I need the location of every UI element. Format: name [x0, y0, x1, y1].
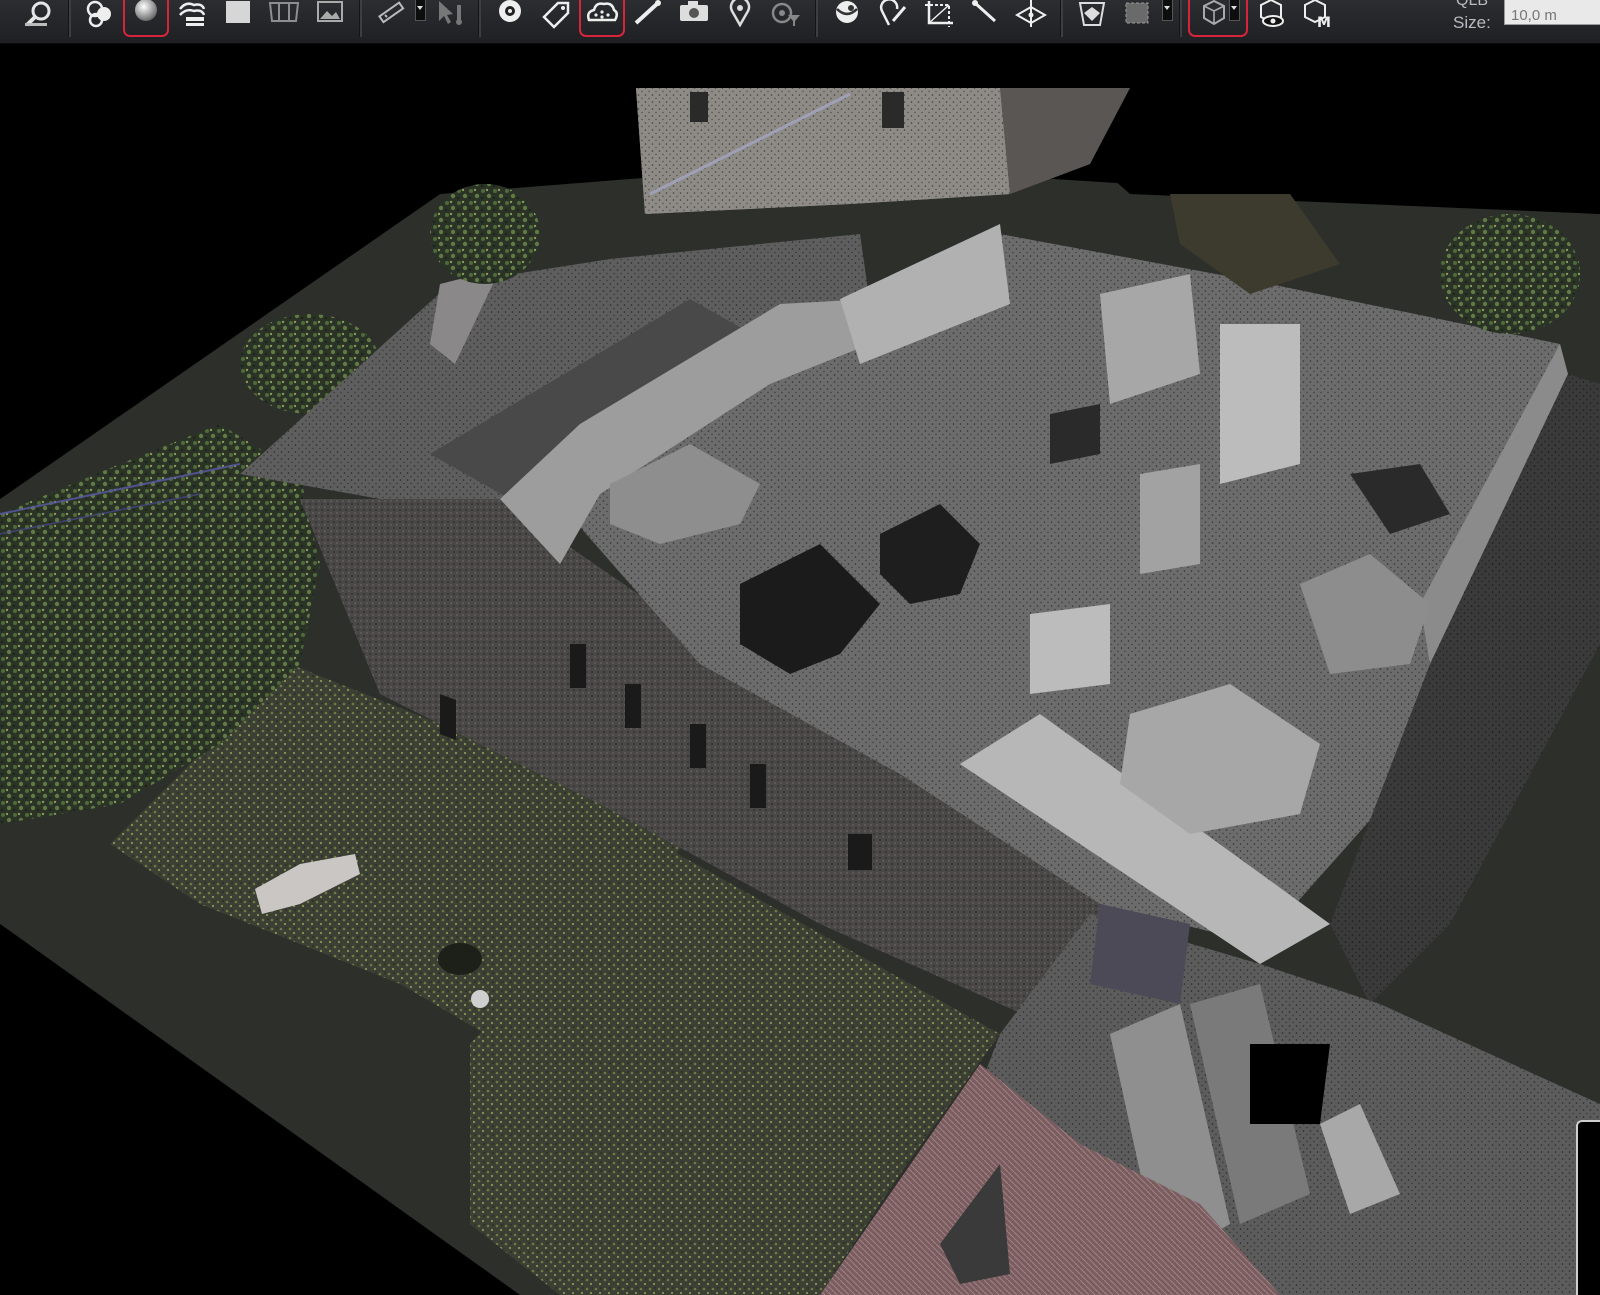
sphere-scan-button[interactable]: [824, 0, 870, 37]
point-cloud-mode-button[interactable]: [77, 0, 123, 37]
size-input[interactable]: [1504, 0, 1600, 25]
cloud-mesh-button[interactable]: [579, 0, 625, 37]
square-solid-icon: [226, 0, 250, 23]
image-button[interactable]: [307, 0, 353, 37]
room-wall: [1140, 464, 1200, 574]
placemark-button[interactable]: [717, 0, 763, 37]
measure-dropdown[interactable]: [414, 0, 426, 37]
perspective-view-icon: [1078, 1, 1106, 26]
facade-window: [750, 764, 766, 808]
solid-view-button[interactable]: [215, 0, 261, 37]
measure-button[interactable]: [368, 0, 414, 37]
target-disc-icon: [499, 0, 521, 22]
pin-edit-icon: [879, 0, 907, 26]
chevron-down-icon: [1161, 0, 1173, 21]
svg-text:M: M: [1317, 15, 1331, 31]
select-pointer-button[interactable]: [426, 0, 472, 37]
layers-stack-icon: [179, 1, 206, 26]
crop-button[interactable]: [916, 0, 962, 37]
scan-globe-icon: [836, 0, 858, 23]
main-toolbar: M QLB Size:: [0, 0, 1600, 44]
size-label: Size:: [1453, 13, 1491, 32]
map-pin-icon: [729, 0, 751, 28]
camera-button[interactable]: [671, 0, 717, 37]
magnifier-zoom-icon: [25, 1, 51, 26]
wand-icon: [972, 0, 997, 22]
line-tool-button[interactable]: [625, 0, 671, 37]
layers-button[interactable]: [169, 0, 215, 37]
toolbar-separator: [68, 0, 71, 37]
room-wall: [1220, 324, 1300, 484]
room-wall: [1030, 604, 1110, 694]
pin-edit-button[interactable]: [870, 0, 916, 37]
wand-button[interactable]: [962, 0, 1008, 37]
clip-box-button[interactable]: [1115, 0, 1161, 37]
facade-window: [690, 724, 706, 768]
circles-cluster-icon: [86, 0, 111, 27]
3d-viewport[interactable]: [0, 44, 1600, 1295]
cursor-thermometer-icon: [439, 0, 462, 25]
cube-view-dropdown[interactable]: [1228, 0, 1240, 37]
target-button[interactable]: [487, 0, 533, 37]
filter-points-icon: [771, 2, 800, 26]
point-cloud-scene[interactable]: [0, 44, 1600, 1295]
opening-void: [1250, 1044, 1330, 1124]
garden-pot: [471, 990, 489, 1008]
tag-label-icon: [542, 1, 570, 29]
furniture: [1050, 404, 1100, 464]
shading-button[interactable]: [123, 0, 169, 37]
toolbar-separator: [359, 0, 362, 37]
toolbar-separator: [478, 0, 481, 37]
zoom-button[interactable]: [16, 0, 62, 37]
cube-visibility-button[interactable]: [1248, 0, 1294, 37]
panorama-button[interactable]: [261, 0, 307, 37]
size-control: QLB Size:: [1450, 0, 1600, 44]
wire-cube-icon: [1203, 0, 1225, 25]
facade-window: [848, 834, 872, 870]
cube-m-icon: M: [1304, 0, 1331, 31]
facade-window: [570, 644, 586, 688]
perspective-button[interactable]: [1069, 0, 1115, 37]
garden-shrub: [438, 943, 482, 975]
cloud-mesh-icon: [586, 1, 618, 21]
cube-measure-button[interactable]: M: [1294, 0, 1340, 37]
line-draw-icon: [634, 0, 661, 24]
panorama-frame-icon: [268, 1, 300, 22]
plane-section-icon: [1014, 0, 1048, 27]
toolbar-separator: [1179, 0, 1182, 37]
facade-window: [625, 684, 641, 728]
side-panel-handle[interactable]: [1576, 1120, 1600, 1295]
crop-axes-icon: [925, 0, 953, 27]
toolbar-separator: [815, 0, 818, 37]
camera-icon: [680, 0, 708, 21]
point-filter-button[interactable]: [763, 0, 809, 37]
chevron-down-icon: [1228, 0, 1240, 21]
cube-eye-icon: [1260, 0, 1284, 27]
sphere-shading-icon: [135, 0, 157, 21]
facade-window: [440, 694, 456, 740]
plane-section-button[interactable]: [1008, 0, 1054, 37]
tag-button[interactable]: [533, 0, 579, 37]
ruler-pencil-icon: [378, 0, 405, 24]
clip-box-icon: [1125, 2, 1149, 23]
qlb-label: QLB: [1456, 0, 1489, 9]
toolbar-separator: [1060, 0, 1063, 37]
clip-box-dropdown[interactable]: [1161, 0, 1173, 37]
image-icon: [317, 0, 343, 22]
chevron-down-icon: [414, 0, 426, 21]
